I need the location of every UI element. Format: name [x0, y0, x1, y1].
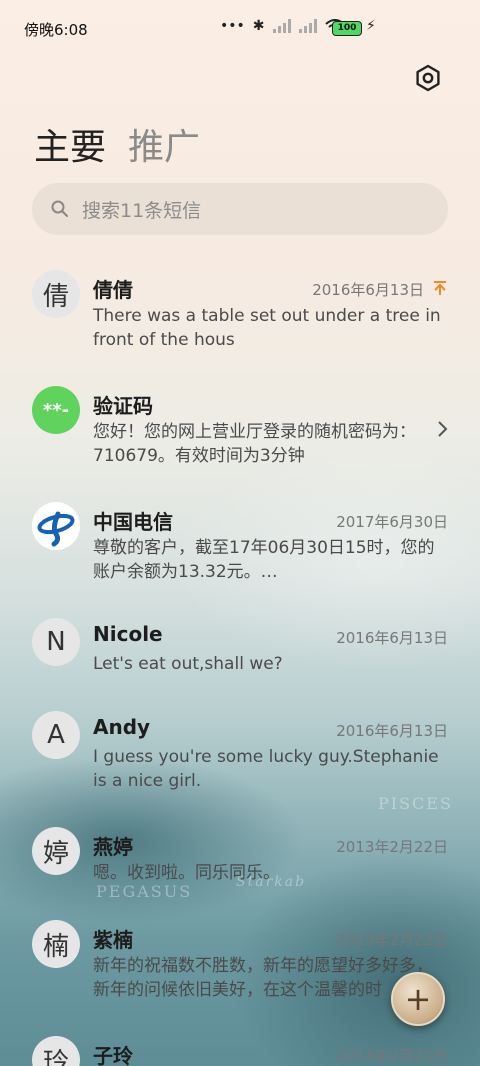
search-icon — [51, 200, 68, 217]
contact-name: 验证码 — [93, 394, 153, 418]
signal-icon — [298, 19, 317, 33]
message-preview: 尊敬的客户，截至17年06月30日15时，您的账户余额为13.32元。… — [93, 538, 435, 582]
avatar: 倩 — [32, 270, 80, 318]
conversation-item[interactable]: 婷 燕婷 2013年2月22日 嗯。收到啦。同乐同乐。 — [0, 819, 480, 899]
search-input[interactable]: 搜索11条短信 — [32, 183, 448, 235]
avatar: 楠 — [32, 920, 80, 968]
message-date: 2016年6月13日 — [336, 722, 448, 740]
battery-icon: 100 — [332, 21, 362, 36]
status-time: 傍晚6:08 — [24, 21, 88, 39]
message-preview: Let's eat out,shall we? — [93, 654, 283, 674]
china-telecom-logo-icon — [37, 511, 75, 547]
message-preview: 嗯。收到啦。同乐同乐。 — [93, 863, 280, 883]
avatar: **- — [32, 386, 80, 434]
message-date: 2013年2月22日 — [336, 931, 448, 949]
contact-name: Andy — [93, 715, 151, 739]
charging-icon: ⚡ — [366, 18, 376, 34]
conversation-item[interactable]: N Nicole 2016年6月13日 Let's eat out,shall … — [0, 610, 480, 690]
tab-promo[interactable]: 推广 — [128, 118, 200, 170]
contact-name: 紫楠 — [93, 928, 133, 952]
chevron-right-icon — [438, 421, 448, 437]
contact-name: 中国电信 — [93, 510, 173, 534]
message-date: 2013年2月22日 — [336, 838, 448, 856]
signal-icon — [272, 19, 291, 33]
tab-main[interactable]: 主要 — [34, 118, 106, 170]
message-preview: I guess you're some lucky guy.Stephanie … — [93, 747, 439, 791]
tab-bar: 主要 推广 — [34, 118, 200, 170]
message-date: 2016年6月13日 — [312, 281, 424, 299]
avatar: N — [32, 618, 80, 666]
bluetooth-icon: ✱ — [252, 18, 265, 34]
status-bar: 傍晚6:08 ••• ✱ 100 ⚡ — [0, 0, 480, 58]
avatar: 玲 — [32, 1036, 80, 1066]
conversation-item[interactable]: 倩 倩倩 2016年6月13日 There was a table set ou… — [0, 262, 480, 362]
avatar: A — [32, 711, 80, 759]
message-date: 2016年6月13日 — [336, 629, 448, 647]
message-preview: There was a table set out under a tree i… — [93, 306, 441, 350]
conversation-item[interactable]: 玲 子玲 2013年2月22日 — [0, 1028, 480, 1066]
conversation-item[interactable]: A Andy 2016年6月13日 I guess you're some lu… — [0, 703, 480, 803]
contact-name: Nicole — [93, 622, 163, 646]
message-preview: 您好！您的网上营业厅登录的随机密码为：710679。有效时间为3分钟 — [93, 422, 416, 466]
message-date: 2013年2月22日 — [336, 1047, 448, 1065]
contact-name: 子玲 — [93, 1044, 133, 1066]
contact-name: 燕婷 — [93, 835, 133, 859]
dots-icon: ••• — [220, 18, 245, 34]
avatar: 婷 — [32, 827, 80, 875]
gear-icon[interactable] — [414, 64, 442, 92]
compose-button[interactable]: + — [391, 972, 445, 1026]
conversation-item[interactable]: 中国电信 2017年6月30日 尊敬的客户，截至17年06月30日15时，您的账… — [0, 494, 480, 594]
search-placeholder: 搜索11条短信 — [82, 199, 202, 222]
message-date: 2017年6月30日 — [336, 513, 448, 531]
contact-name: 倩倩 — [93, 278, 133, 302]
avatar — [32, 502, 80, 550]
conversation-item[interactable]: **- 验证码 您好！您的网上营业厅登录的随机密码为：710679。有效时间为3… — [0, 378, 480, 478]
pin-top-icon — [434, 281, 446, 295]
